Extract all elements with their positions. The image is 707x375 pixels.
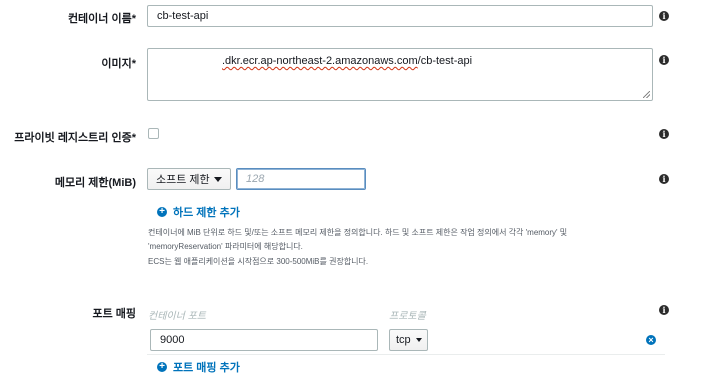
memory-limit-type-select[interactable]: 소프트 제한 [147,168,231,190]
memory-help-text-2: 'memoryReservation' 파라미터에 해당합니다. [148,242,303,251]
memory-limit-label: 메모리 제한(MiB) [54,177,136,189]
image-label: 이미지* [101,58,136,70]
private-registry-info-icon[interactable]: i [659,129,669,139]
protocol-select[interactable]: tcp [389,329,428,351]
remove-port-mapping-icon[interactable]: × [646,335,656,345]
add-port-mapping-link[interactable]: + 포트 매핑 추가 [157,359,240,375]
chevron-down-icon [415,338,422,342]
add-hard-limit-label: 하드 제한 추가 [173,207,240,219]
textarea-resize-handle[interactable] [643,91,650,98]
plus-circle-icon: + [157,207,167,217]
private-registry-checkbox[interactable] [148,128,159,139]
container-name-value: cb-test-api [157,10,209,22]
image-value: .dkr.ecr.ap-northeast-2.amazonaws.com/cb… [222,55,472,67]
row-divider [147,354,665,355]
port-mappings-info-icon[interactable]: i [659,305,669,315]
image-value-registry: .dkr.ecr.ap-northeast-2.amazonaws.com [222,55,418,67]
plus-circle-icon: + [157,362,167,372]
container-port-header: 컨테이너 포트 [148,311,206,322]
image-value-repo: /cb-test-api [417,55,473,67]
add-port-mapping-label: 포트 매핑 추가 [173,362,240,374]
memory-limit-input[interactable]: 128 [236,168,366,190]
port-mappings-label: 포트 매핑 [92,308,136,320]
private-registry-label: 프라이빗 레지스트리 인증* [14,132,136,144]
image-info-icon[interactable]: i [659,55,669,65]
protocol-header: 프로토콜 [389,311,426,322]
container-name-info-icon[interactable]: i [659,11,669,21]
memory-limit-type-value: 소프트 제한 [156,174,210,186]
add-hard-limit-link[interactable]: + 하드 제한 추가 [157,204,240,220]
chevron-down-icon [214,176,222,182]
container-port-value: 9000 [160,334,185,346]
image-textarea[interactable]: .dkr.ecr.ap-northeast-2.amazonaws.com/cb… [147,48,653,101]
container-name-label: 컨테이너 이름* [67,13,136,25]
memory-limit-info-icon[interactable]: i [659,174,669,184]
container-port-input[interactable]: 9000 [150,329,378,351]
memory-help-text-1: 컨테이너에 MiB 단위로 하드 및/또는 소프트 메모리 제한을 정의합니다.… [148,228,568,237]
container-name-input[interactable]: cb-test-api [147,5,653,27]
protocol-value: tcp [396,334,411,346]
memory-help-text-3: ECS는 웹 애플리케이션을 시작점으로 300-500MiB를 권장합니다. [148,257,369,266]
memory-limit-placeholder: 128 [246,173,265,185]
